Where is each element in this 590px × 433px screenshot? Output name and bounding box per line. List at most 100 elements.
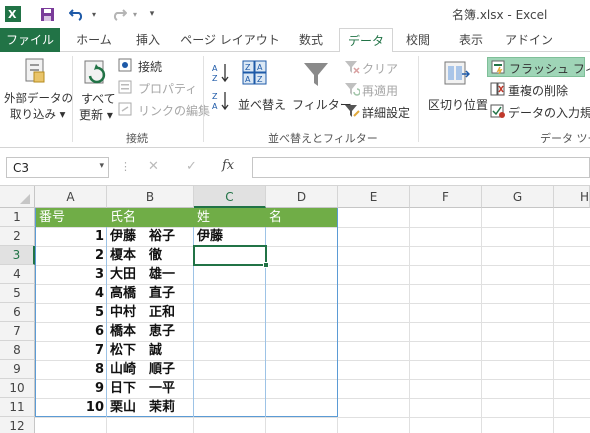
row-header-5[interactable]: 5 [0, 284, 35, 303]
tab-insert[interactable]: 挿入 [126, 28, 170, 52]
cell-fullname[interactable]: 松下 誠 [107, 341, 194, 360]
column-header-e[interactable]: E [338, 186, 410, 208]
text-to-columns-label: 区切り位置 [428, 98, 489, 112]
row-header-4[interactable]: 4 [0, 265, 35, 284]
data-validation-button[interactable]: データの入力規則 ▾ [488, 104, 590, 121]
divider [418, 56, 419, 142]
table-inner-border [265, 227, 266, 417]
reapply-icon [344, 82, 361, 99]
tab-home[interactable]: ホーム [68, 28, 120, 52]
title-bar: X ▾ ▾ ▾ 名簿.xlsx - Excel [0, 0, 590, 28]
cell-fullname[interactable]: 橋本 恵子 [107, 322, 194, 341]
row-header-12[interactable]: 12 [0, 417, 35, 433]
header-cell-number[interactable]: 番号 [36, 208, 107, 227]
column-header-h[interactable]: H [554, 186, 590, 208]
column-header-a[interactable]: A [35, 186, 107, 208]
row-header-1[interactable]: 1 [0, 208, 35, 227]
row-header-3[interactable]: 3 [0, 246, 35, 265]
header-cell-given-name[interactable]: 名 [266, 208, 338, 227]
flash-fill-button[interactable]: フラッシュ フィル [487, 57, 590, 77]
name-box[interactable]: C3 ▾ [6, 157, 109, 178]
cell-fullname[interactable]: 榎本 徹 [107, 246, 194, 265]
text-to-columns-icon [444, 60, 471, 91]
connections-button[interactable]: 接続 [118, 58, 198, 75]
sort-button[interactable]: ZAAZ 並べ替え [236, 58, 286, 126]
cell-number[interactable]: 3 [36, 265, 107, 284]
excel-icon[interactable]: X [4, 5, 22, 23]
cell-number[interactable]: 7 [36, 341, 107, 360]
row-header-7[interactable]: 7 [0, 322, 35, 341]
remove-duplicates-label: 重複の削除 [508, 84, 569, 98]
cell-number[interactable]: 9 [36, 379, 107, 398]
cell-fullname[interactable]: 日下 一平 [107, 379, 194, 398]
clear-button[interactable]: クリア [344, 60, 424, 77]
undo-icon[interactable] [68, 5, 86, 23]
edit-links-label: リンクの編集 [138, 104, 211, 118]
tab-data[interactable]: データ [339, 28, 393, 53]
refresh-all-button[interactable]: すべて 更新 ▾ [76, 90, 116, 124]
reapply-button[interactable]: 再適用 [344, 82, 424, 99]
customize-icon[interactable]: ▾ [146, 5, 158, 23]
tab-addins[interactable]: アドイン [502, 28, 556, 52]
header-cell-fullname[interactable]: 氏名 [107, 208, 194, 227]
edit-links-icon [118, 102, 132, 119]
cell-fullname[interactable]: 大田 雄一 [107, 265, 194, 284]
column-header-g[interactable]: G [482, 186, 554, 208]
external-data-button[interactable]: 外部データの 取り込み ▾ [2, 90, 73, 124]
column-header-f[interactable]: F [410, 186, 482, 208]
cell-fullname[interactable]: 中村 正和 [107, 303, 194, 322]
filter-button[interactable]: フィルター [290, 58, 352, 126]
svg-text:A: A [245, 75, 251, 84]
worksheet-grid[interactable]: A B C D E F G H 1 2 3 4 5 6 7 8 9 10 11 … [0, 186, 590, 433]
cell-number[interactable]: 8 [36, 360, 107, 379]
sort-asc-button[interactable]: AZ [212, 62, 232, 84]
header-cell-surname[interactable]: 姓 [194, 208, 266, 227]
cancel-icon[interactable]: ✕ [148, 159, 159, 174]
advanced-button[interactable]: 詳細設定 [344, 104, 424, 121]
sort-desc-button[interactable]: ZA [212, 90, 232, 112]
text-to-columns-button[interactable]: 区切り位置 [426, 58, 488, 126]
tab-formulas[interactable]: 数式 [290, 28, 332, 52]
column-header-b[interactable]: B [107, 186, 194, 208]
cell-number[interactable]: 1 [36, 227, 107, 246]
cell-fullname[interactable]: 栗山 茉莉 [107, 398, 194, 417]
tab-page-layout[interactable]: ページ レイアウト [180, 28, 280, 52]
row-header-9[interactable]: 9 [0, 360, 35, 379]
tab-file[interactable]: ファイル [0, 28, 60, 52]
column-header-c[interactable]: C [194, 186, 266, 208]
gridline [409, 208, 410, 433]
row-header-6[interactable]: 6 [0, 303, 35, 322]
row-header-11[interactable]: 11 [0, 398, 35, 417]
redo-dropdown-icon[interactable]: ▾ [130, 5, 140, 23]
cell-number[interactable]: 6 [36, 322, 107, 341]
redo-icon[interactable] [110, 5, 128, 23]
name-box-dropdown-icon[interactable]: ▾ [99, 161, 104, 171]
formula-bar-grip-icon: ⋮ [120, 160, 131, 173]
remove-duplicates-button[interactable]: 重複の削除 [488, 82, 590, 99]
row-header-10[interactable]: 10 [0, 379, 35, 398]
enter-icon[interactable]: ✓ [186, 159, 197, 174]
column-header-d[interactable]: D [266, 186, 338, 208]
properties-button[interactable]: プロパティ [118, 80, 208, 97]
row-header-8[interactable]: 8 [0, 341, 35, 360]
cell-surname[interactable]: 伊藤 [194, 227, 266, 246]
gridline [35, 417, 590, 418]
cell-fullname[interactable]: 高橋 直子 [107, 284, 194, 303]
tab-view[interactable]: 表示 [446, 28, 496, 52]
cell-number[interactable]: 5 [36, 303, 107, 322]
row-header-2[interactable]: 2 [0, 227, 35, 246]
select-all-corner[interactable] [0, 186, 35, 208]
fill-handle[interactable] [263, 262, 269, 268]
cell-fullname[interactable]: 伊藤 裕子 [107, 227, 194, 246]
svg-text:Z: Z [212, 74, 218, 83]
undo-dropdown-icon[interactable]: ▾ [89, 5, 99, 23]
save-icon[interactable] [38, 5, 56, 23]
group-label-data-tools: データ ツー [540, 132, 590, 145]
cell-number[interactable]: 4 [36, 284, 107, 303]
cell-fullname[interactable]: 山崎 順子 [107, 360, 194, 379]
cell-number[interactable]: 2 [36, 246, 107, 265]
cell-number[interactable]: 10 [36, 398, 107, 417]
insert-function-icon[interactable]: fx [222, 158, 234, 173]
tab-review[interactable]: 校閲 [397, 28, 439, 52]
formula-input[interactable] [252, 157, 590, 178]
